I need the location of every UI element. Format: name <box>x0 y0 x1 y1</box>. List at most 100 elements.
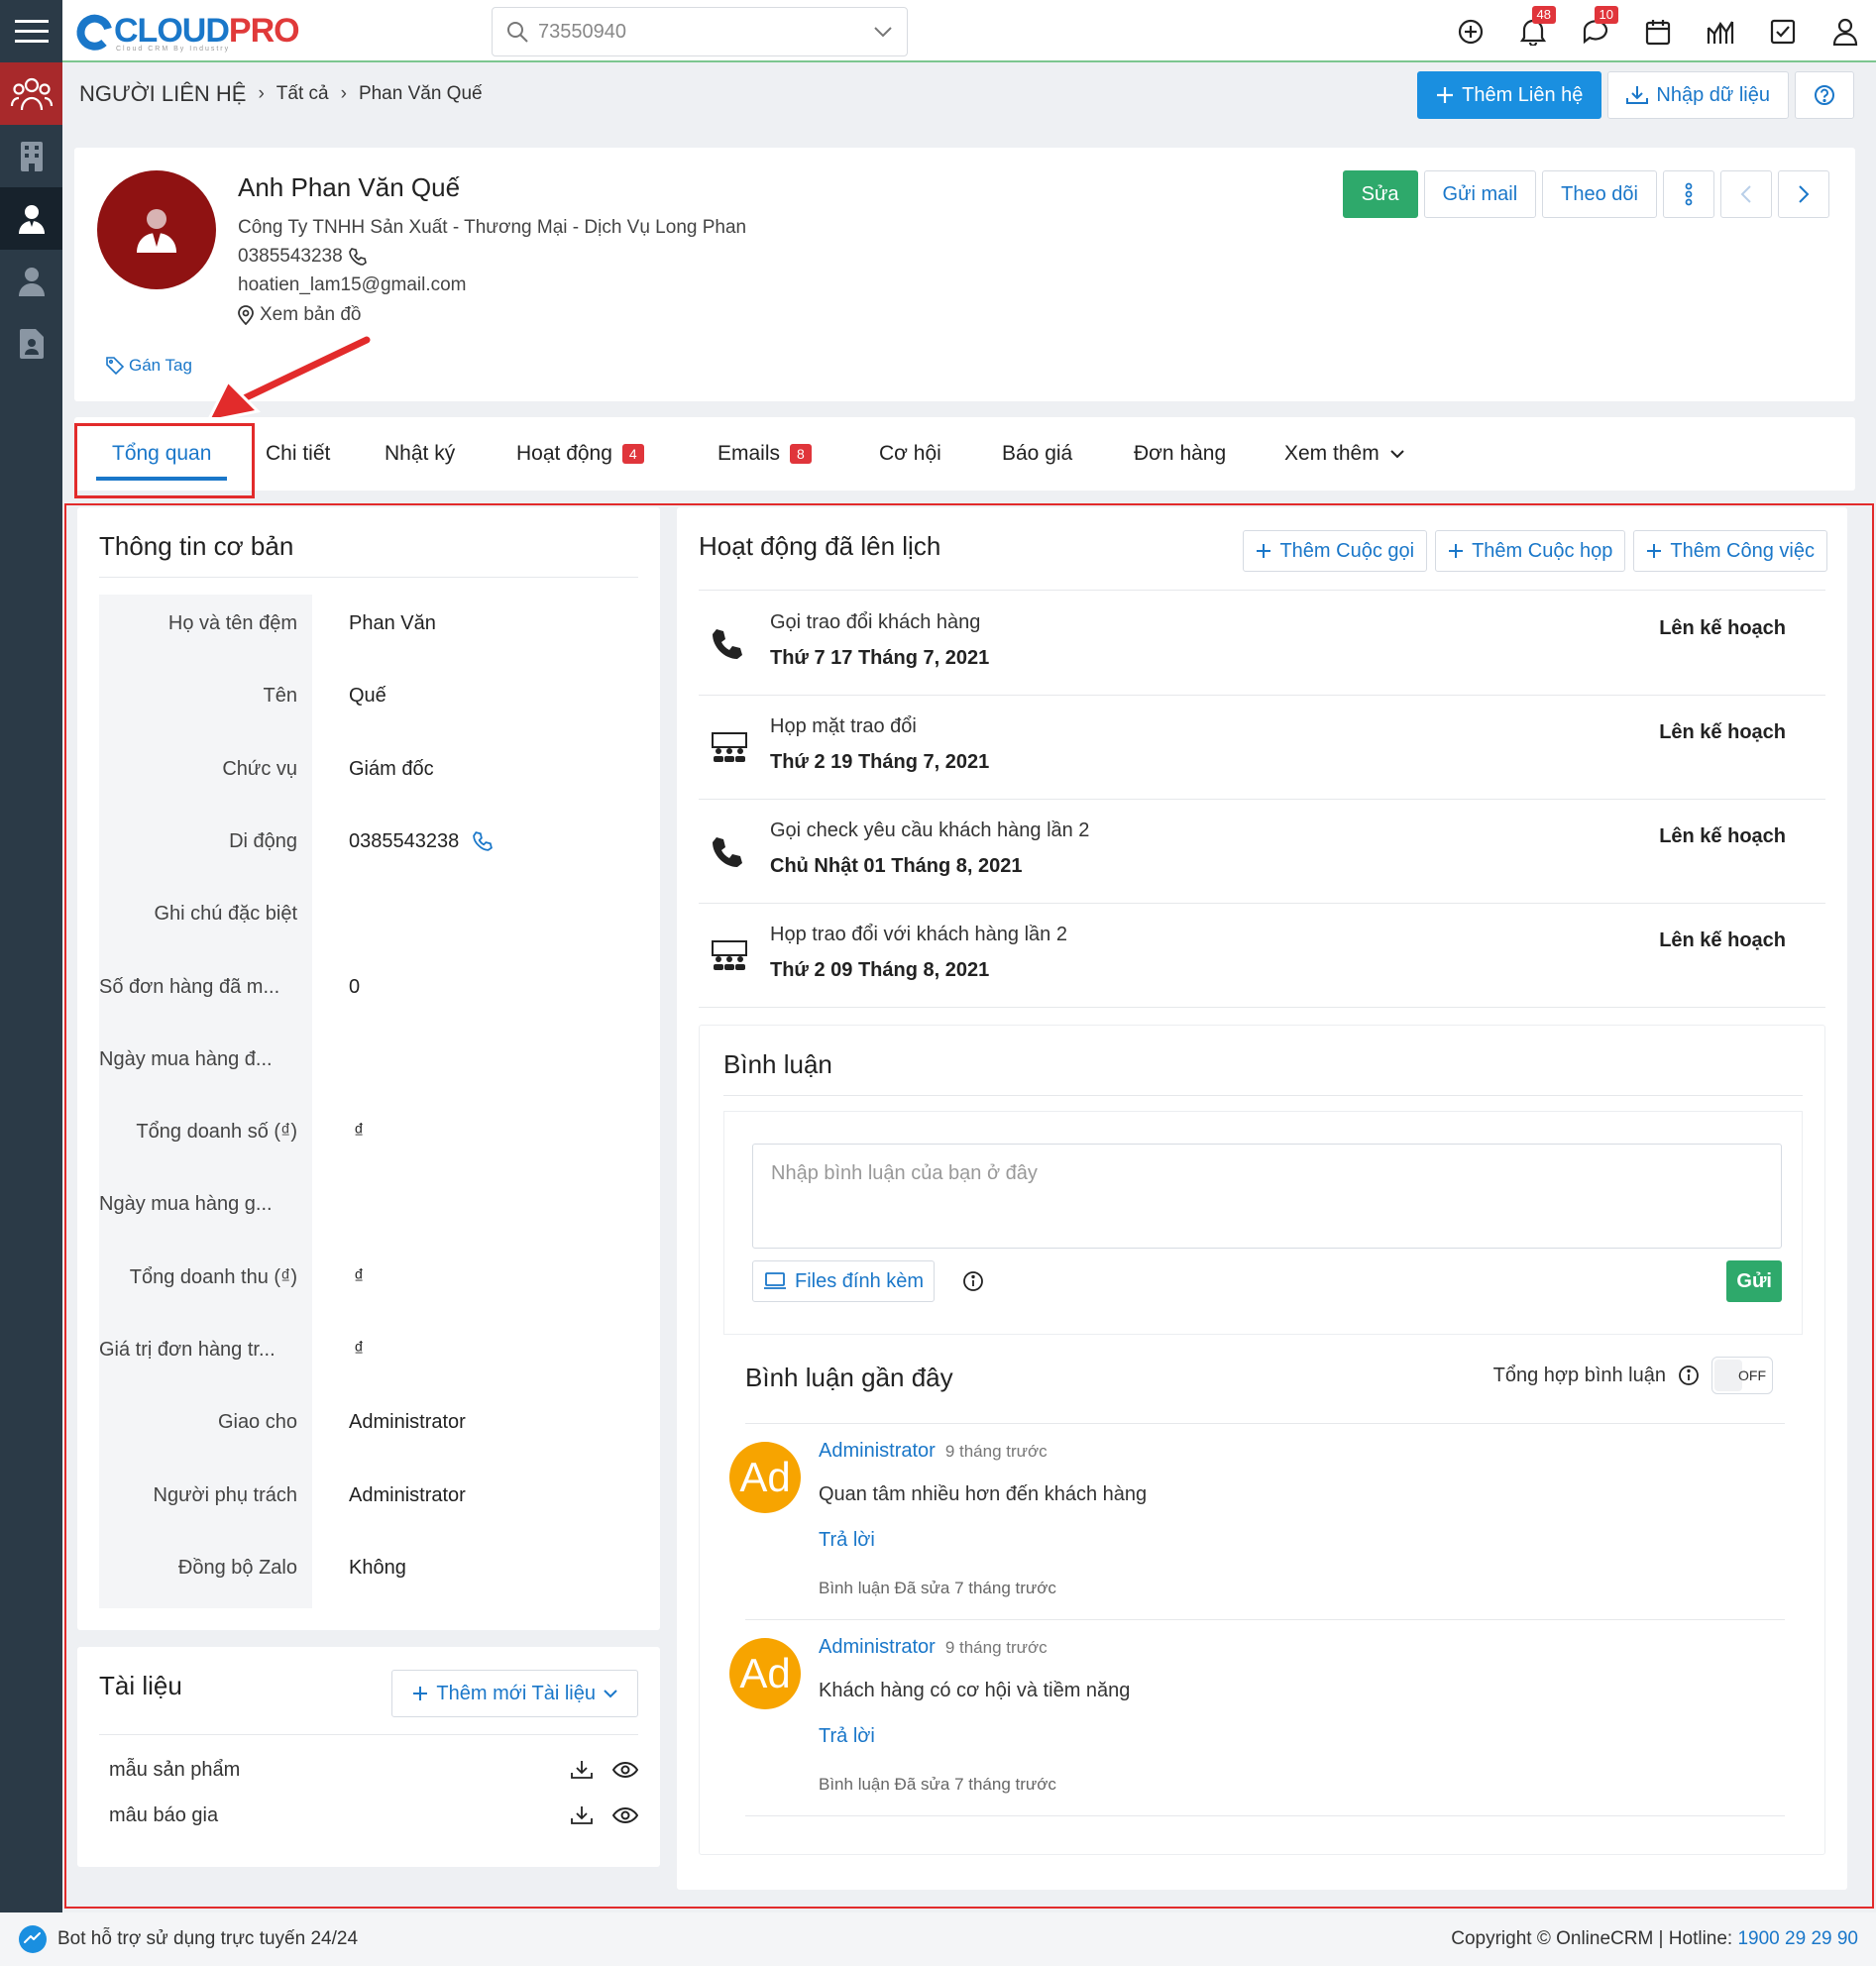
comment-time: 9 tháng trước <box>944 1638 1048 1657</box>
calendar-button[interactable] <box>1626 0 1689 62</box>
breadcrumb-root-link[interactable]: NGƯỜI LIÊN HỆ <box>79 81 246 107</box>
field-row-last-purchase-date: Ngày mua hàng g... <box>99 1192 273 1215</box>
plus-icon <box>1437 87 1454 103</box>
document-item: mẫu sản phẩm <box>109 1748 638 1792</box>
hotline-link[interactable]: 1900 29 29 90 <box>1737 1928 1858 1949</box>
add-contact-button[interactable]: Thêm Liên hệ <box>1417 71 1602 119</box>
download-icon[interactable] <box>571 1804 593 1826</box>
field-row-order-count: Số đơn hàng đã m... 0 <box>99 975 361 998</box>
chevron-right-icon <box>1799 185 1810 203</box>
contact-avatar[interactable] <box>97 170 216 289</box>
add-meeting-button[interactable]: Thêm Cuộc họp <box>1435 530 1626 572</box>
next-record-button[interactable] <box>1778 170 1829 218</box>
reply-link[interactable]: Trả lời <box>819 1529 875 1552</box>
global-search-select[interactable]: 73550940 <box>492 7 908 56</box>
tab-opportunities[interactable]: Cơ hội <box>879 417 941 491</box>
sidebar-item-contacts[interactable] <box>0 187 62 250</box>
profile-actions: Sửa Gửi mail Theo dõi <box>1342 170 1829 218</box>
follow-button[interactable]: Theo dõi <box>1542 170 1657 218</box>
comments-panel: Bình luận Nhập bình luận của bạn ở đây F… <box>699 1025 1825 1855</box>
cloudpro-logo[interactable]: CLOUDPRO Cloud CRM By Industry <box>70 4 300 57</box>
emails-count-badge: 8 <box>790 444 812 464</box>
add-call-button[interactable]: Thêm Cuộc gọi <box>1243 530 1428 572</box>
footer: Bot hỗ trợ sử dụng trực tuyến 24/24 Copy… <box>0 1912 1876 1966</box>
messages-badge: 10 <box>1594 6 1618 24</box>
call-phone-icon[interactable] <box>473 831 494 851</box>
plus-circle-icon <box>1458 19 1483 44</box>
attach-files-button[interactable]: Files đính kèm <box>752 1260 936 1302</box>
copyright-text: Copyright © OnlineCRM | Hotline: 1900 29… <box>1451 1928 1858 1949</box>
tab-log[interactable]: Nhật ký <box>385 417 455 491</box>
cloud-logo-icon <box>76 14 112 51</box>
field-row-mobile: Di động 0385543238 <box>99 813 634 870</box>
quick-create-button[interactable] <box>1439 0 1501 62</box>
comment-author[interactable]: Administrator 9 tháng trước <box>819 1636 1048 1659</box>
tab-details[interactable]: Chi tiết <box>266 417 330 491</box>
scheduled-add-buttons: Thêm Cuộc gọi Thêm Cuộc họp Thêm Công vi… <box>1243 530 1827 572</box>
contact-person-icon <box>18 204 45 234</box>
send-mail-button[interactable]: Gửi mail <box>1423 170 1537 218</box>
messages-button[interactable]: 10 <box>1564 0 1626 62</box>
add-task-button[interactable]: Thêm Công việc <box>1633 530 1827 572</box>
hamburger-icon <box>14 19 49 43</box>
activity-item[interactable]: Họp trao đổi với khách hàng lần 2 Thứ 2 … <box>699 904 1825 1008</box>
info-icon[interactable] <box>1678 1365 1700 1386</box>
eye-icon[interactable] <box>612 1806 638 1824</box>
comment-author[interactable]: Administrator 9 tháng trước <box>819 1440 1048 1463</box>
activity-item[interactable]: Gọi trao đổi khách hàng Thứ 7 17 Tháng 7… <box>699 592 1825 696</box>
menu-toggle-button[interactable] <box>0 0 62 62</box>
activity-item[interactable]: Họp mặt trao đổi Thứ 2 19 Tháng 7, 2021 … <box>699 696 1825 800</box>
chevron-down-icon <box>604 1689 617 1697</box>
send-comment-button[interactable]: Gửi <box>1726 1260 1782 1302</box>
record-tabs: Tổng quan Chi tiết Nhật ký Hoạt động 4 Em… <box>74 417 1855 491</box>
field-row-first-purchase-date: Ngày mua hàng đ... <box>99 1047 273 1070</box>
activities-count-badge: 4 <box>621 444 644 464</box>
view-map-link[interactable]: Xem bản đồ <box>238 304 361 326</box>
notifications-button[interactable]: 48 <box>1501 0 1564 62</box>
more-actions-button[interactable] <box>1663 170 1714 218</box>
contact-email[interactable]: hoatien_lam15@gmail.com <box>238 274 467 296</box>
phone-icon <box>348 248 367 266</box>
sidebar-item-contacts-group[interactable] <box>0 62 62 125</box>
scheduled-activities-title: Hoạt động đã lên lịch <box>699 531 941 561</box>
left-sidebar <box>0 0 62 1912</box>
tab-activities[interactable]: Hoạt động 4 <box>516 417 644 491</box>
add-document-button[interactable]: Thêm mới Tài liệu <box>391 1670 638 1717</box>
user-profile-button[interactable] <box>1814 0 1876 62</box>
activity-status: Lên kế hoạch <box>1659 721 1786 743</box>
eye-icon[interactable] <box>612 1761 638 1779</box>
field-row-first-name: Tên Quế <box>263 684 386 707</box>
tab-emails[interactable]: Emails 8 <box>717 417 812 491</box>
import-data-button[interactable]: Nhập dữ liệu <box>1607 71 1789 119</box>
activity-item[interactable]: Gọi check yêu cầu khách hàng lần 2 Chủ N… <box>699 800 1825 904</box>
reports-button[interactable] <box>1689 0 1751 62</box>
recent-comments-title: Bình luận gần đây <box>745 1363 953 1392</box>
sidebar-item-organizations[interactable] <box>0 125 62 187</box>
comment-time: 9 tháng trước <box>944 1442 1048 1461</box>
divider <box>745 1619 1785 1620</box>
sidebar-item-leads[interactable] <box>0 250 62 312</box>
tab-orders[interactable]: Đơn hàng <box>1134 417 1226 491</box>
map-pin-icon <box>238 305 254 325</box>
logo-wordmark: CLOUDPRO <box>114 11 300 50</box>
sidebar-item-documents[interactable] <box>0 312 62 375</box>
download-icon[interactable] <box>571 1759 593 1781</box>
aggregate-comments-toggle[interactable]: OFF <box>1711 1357 1773 1394</box>
plus-icon <box>1449 544 1464 558</box>
comment-input[interactable]: Nhập bình luận của bạn ở đây <box>752 1144 1782 1249</box>
info-icon[interactable] <box>962 1270 984 1292</box>
tasks-button[interactable] <box>1751 0 1814 62</box>
search-value: 73550940 <box>538 20 626 43</box>
divider <box>99 1734 638 1735</box>
tab-more[interactable]: Xem thêm <box>1284 417 1405 491</box>
assign-tag-link[interactable]: Gán Tag <box>106 356 192 376</box>
support-bot-link[interactable]: Bot hỗ trợ sử dụng trực tuyến 24/24 <box>18 1924 358 1954</box>
breadcrumb-all-link[interactable]: Tất cả <box>276 83 329 105</box>
contact-phone[interactable]: 0385543238 <box>238 246 367 268</box>
edit-button[interactable]: Sửa <box>1342 170 1418 218</box>
breadcrumb-current: Phan Văn Quế <box>358 83 483 104</box>
previous-record-button[interactable] <box>1720 170 1772 218</box>
help-button[interactable] <box>1795 71 1854 119</box>
tab-quotes[interactable]: Báo giá <box>1002 417 1072 491</box>
reply-link[interactable]: Trả lời <box>819 1725 875 1748</box>
